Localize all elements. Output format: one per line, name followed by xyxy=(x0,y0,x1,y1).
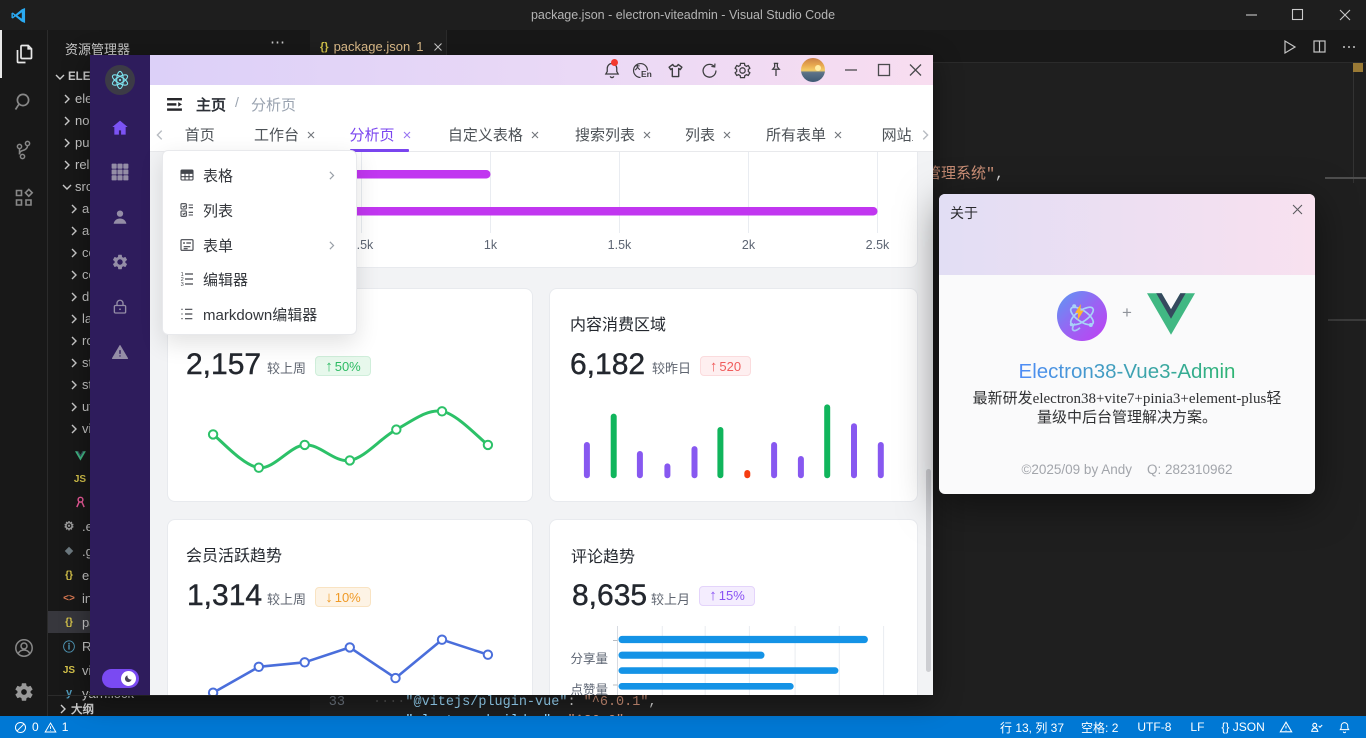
svg-text:1k: 1k xyxy=(484,238,498,252)
svg-text:1.5k: 1.5k xyxy=(608,238,632,252)
svg-text:2.5k: 2.5k xyxy=(866,238,890,252)
svg-text:3: 3 xyxy=(181,282,184,287)
svg-text:2k: 2k xyxy=(742,238,756,252)
